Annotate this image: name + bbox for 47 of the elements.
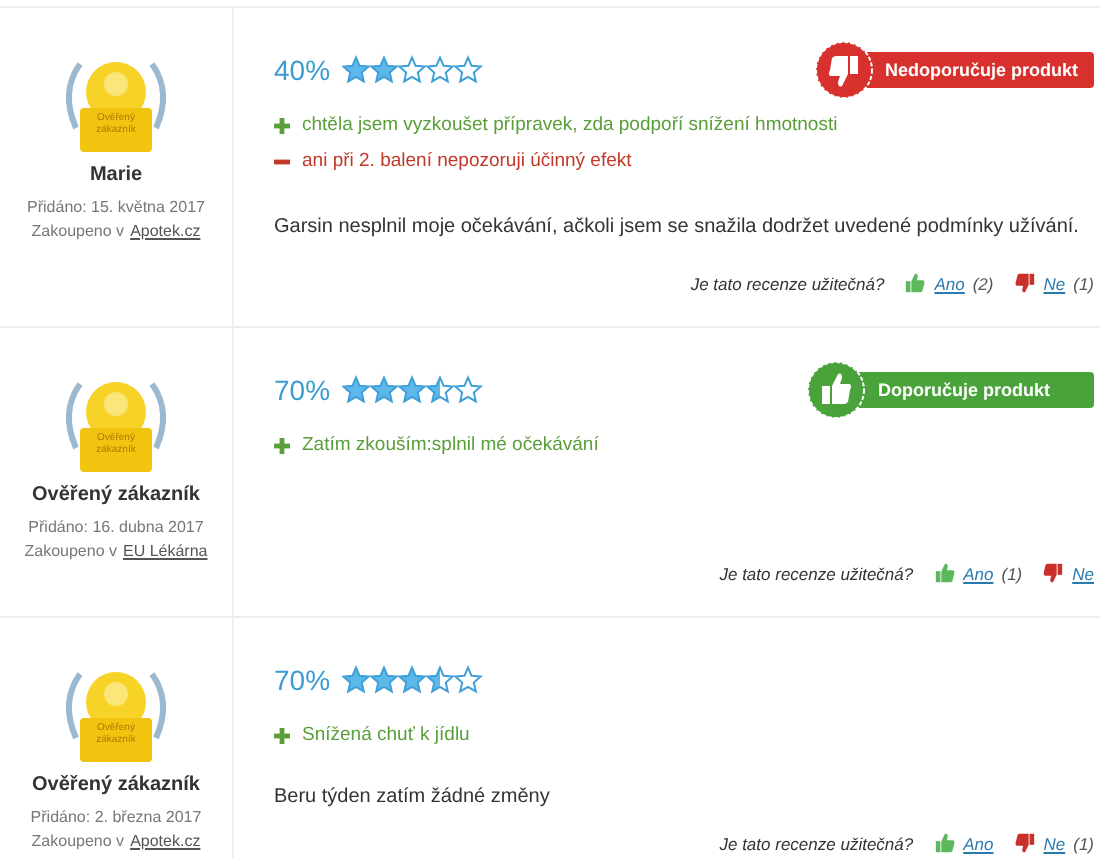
helpful-question: Je tato recenze užitečná? [719,833,914,853]
review-point: Snížená chuť k jídlu [302,724,470,746]
yes-link[interactable]: Ano [934,273,965,293]
no-link[interactable]: Ne [1072,563,1094,583]
purchase-label: Zakoupeno v [31,832,125,850]
thumbs-down-icon[interactable] [1013,272,1036,294]
date-added: Přidáno: 2. března 2017 [30,808,202,826]
rating-percent: 70% [274,664,331,696]
author-name: Ověřený zákazník [32,774,200,796]
shop-link[interactable]: EU Lékárna [123,542,208,560]
thumbs-up-icon[interactable] [904,272,927,294]
review-text: Beru týden zatím žádné změny [274,786,552,808]
date-added: Přidáno: 16. dubna 2017 [28,518,204,536]
yes-link[interactable]: Ano [963,833,994,853]
author-name: Ověřený zákazník [32,484,200,506]
purchase-label: Zakoupeno v [24,542,117,560]
rating-percent: 70% [274,374,331,406]
thumbs-down-icon[interactable] [1013,832,1036,854]
yes-count: (2) [972,273,994,293]
yes-link[interactable]: Ano [963,563,994,583]
thumbs-down-seal-icon [813,40,873,100]
thumbs-up-icon[interactable] [933,832,956,854]
purchase-label: Zakoupeno v [31,222,125,240]
helpful-question: Je tato recenze užitečná? [690,273,885,293]
recommendation-label: Doporučuje produkt [854,372,1094,408]
review-text: Garsin nesplnil moje očekávání, ačkoli jsem se snažila dodržet uvedené podmínky užívání. [274,216,1081,238]
no-link[interactable]: Ne [1043,273,1066,293]
helpful-question: Je tato recenze užitečná? [719,563,914,583]
plus-icon [274,727,290,743]
review-point: Zatím zkouším:splnil mé očekávání [302,434,599,456]
yes-count: (1) [1001,563,1023,583]
no-link[interactable]: Ne [1043,833,1066,853]
recommendation-label: Nedoporučuje produkt [861,52,1094,88]
shop-link[interactable]: Apotek.cz [130,222,201,240]
plus-icon [274,117,290,133]
plus-icon [274,437,290,453]
review-point: ani při 2. balení nepozoruji účinný efekt [302,150,632,172]
thumbs-up-seal-icon [806,360,866,420]
author-name: Marie [89,164,143,186]
no-count: (1) [1073,273,1094,293]
date-added: Přidáno: 15. května 2017 [27,198,205,216]
no-count: (1) [1073,833,1094,853]
shop-link[interactable]: Apotek.cz [130,832,201,850]
rating-percent: 40% [274,54,331,86]
review-point: chtěla jsem vyzkoušet přípravek, zda podpoří snížení hmotnosti [302,114,838,136]
thumbs-down-icon[interactable] [1042,562,1065,584]
thumbs-up-icon[interactable] [933,562,956,584]
